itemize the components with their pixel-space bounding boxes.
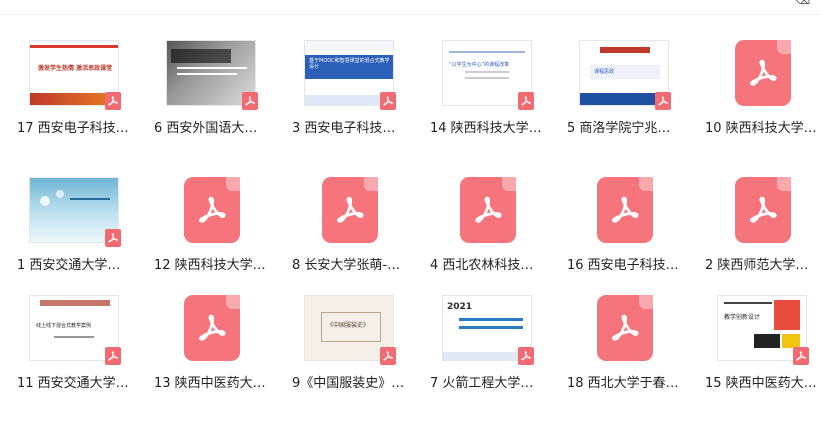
pdf-badge-icon (380, 347, 396, 365)
slide-title: 课程思政 (594, 69, 615, 75)
file-name: 14 陕西科技大学… (430, 121, 542, 136)
pdf-acrobat-icon (521, 351, 531, 361)
file-name: 5 商洛学院宁兆… (567, 121, 671, 136)
pdf-acrobat-icon (796, 351, 806, 361)
file-item[interactable]: 激发学生热情 激活思政课堂 17 西安电子科技… (13, 14, 137, 144)
file-item[interactable]: 8 长安大学张萌-… (288, 151, 412, 281)
slide-title: “以学生为中心”的课程改革 (449, 62, 510, 68)
file-item[interactable]: 2021 7 火箭工程大学… (426, 269, 550, 399)
pdf-acrobat-icon (199, 314, 226, 341)
slide-title: 《中国服装史》 (327, 322, 370, 329)
slide-title: 2021 (447, 302, 473, 312)
file-item[interactable]: 2 陕西师范大学… (701, 151, 820, 281)
file-item[interactable]: 10 陕西科技大学… (701, 14, 820, 144)
file-item[interactable]: 《中国服装史》 9《中国服装史》… (288, 269, 412, 399)
pdf-file-icon (597, 295, 653, 361)
file-item[interactable]: 13 陕西中医药大… (150, 269, 274, 399)
file-item[interactable]: 基于MOOC和智慧课堂的混合式教学设计 3 西安电子科技… (288, 14, 412, 144)
slide-title: 线上线下混合式教学案例 (36, 323, 92, 329)
pdf-badge-icon (242, 92, 258, 110)
pdf-acrobat-icon (612, 314, 639, 341)
file-name: 11 西安交通大学… (17, 376, 129, 391)
slide-title: 教学创新设计 (724, 314, 761, 321)
pdf-file-icon (322, 177, 378, 243)
file-name: 15 陕西中医药大… (705, 376, 817, 391)
top-toolbar: ⌫ (0, 0, 820, 15)
file-name: 18 西北大学于春… (567, 376, 679, 391)
pdf-acrobat-icon (383, 96, 393, 106)
file-name: 7 火箭工程大学… (430, 376, 534, 391)
pdf-acrobat-icon (521, 96, 531, 106)
file-item[interactable]: 线上线下混合式教学案例 11 西安交通大学… (13, 269, 137, 399)
pdf-file-icon (184, 295, 240, 361)
file-item[interactable]: 6 西安外国语大… (150, 14, 274, 144)
pdf-badge-icon (518, 92, 534, 110)
pdf-file-icon (735, 177, 791, 243)
pdf-acrobat-icon (199, 196, 226, 223)
pdf-badge-icon (380, 92, 396, 110)
file-item[interactable]: 1 西安交通大学… (13, 151, 137, 281)
pdf-acrobat-icon (337, 196, 364, 223)
pdf-badge-icon (518, 347, 534, 365)
file-item[interactable]: “以学生为中心”的课程改革 14 陕西科技大学… (426, 14, 550, 144)
pdf-badge-icon (105, 229, 121, 247)
pdf-badge-icon (105, 92, 121, 110)
file-item[interactable]: 教学创新设计 15 陕西中医药大… (701, 269, 820, 399)
file-name: 13 陕西中医药大… (154, 376, 266, 391)
file-name: 17 西安电子科技… (17, 121, 129, 136)
pdf-acrobat-icon (750, 196, 777, 223)
pdf-acrobat-icon (658, 96, 668, 106)
pdf-acrobat-icon (475, 196, 502, 223)
pdf-file-icon (184, 177, 240, 243)
pdf-acrobat-icon (245, 96, 255, 106)
pdf-acrobat-icon (108, 96, 118, 106)
pdf-badge-icon (655, 92, 671, 110)
pdf-badge-icon (793, 347, 809, 365)
pdf-file-icon (597, 177, 653, 243)
pdf-badge-icon (105, 347, 121, 365)
file-name: 6 西安外国语大… (154, 121, 258, 136)
file-item[interactable]: 12 陕西科技大学… (150, 151, 274, 281)
file-name: 3 西安电子科技… (292, 121, 396, 136)
pdf-acrobat-icon (108, 351, 118, 361)
file-name: 9《中国服装史》… (292, 376, 405, 391)
corner-icon[interactable]: ⌫ (796, 0, 810, 7)
file-item[interactable]: 16 西安电子科技… (563, 151, 687, 281)
slide-title: 激发学生热情 激活思政课堂 (38, 65, 113, 72)
file-name: 10 陕西科技大学… (705, 121, 817, 136)
file-item[interactable]: 课程思政 5 商洛学院宁兆… (563, 14, 687, 144)
slide-title: 基于MOOC和智慧课堂的混合式教学设计 (309, 58, 390, 70)
pdf-file-icon (460, 177, 516, 243)
pdf-acrobat-icon (108, 233, 118, 243)
pdf-file-icon (735, 40, 791, 106)
pdf-acrobat-icon (612, 196, 639, 223)
file-item[interactable]: 18 西北大学于春… (563, 269, 687, 399)
file-item[interactable]: 4 西北农林科技… (426, 151, 550, 281)
pdf-acrobat-icon (750, 59, 777, 86)
pdf-acrobat-icon (383, 351, 393, 361)
